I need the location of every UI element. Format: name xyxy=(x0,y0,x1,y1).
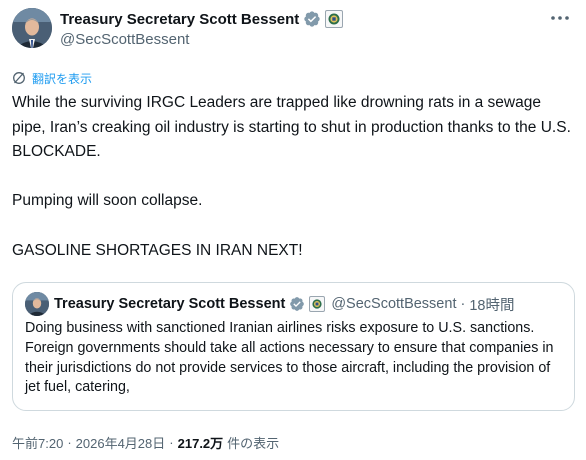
verified-badge-icon[interactable] xyxy=(303,10,321,28)
quoted-header: Treasury Secretary Scott Bessent @SecSco… xyxy=(54,293,514,315)
author-name[interactable]: Treasury Secretary Scott Bessent xyxy=(60,11,299,28)
author-name-row: Treasury Secretary Scott Bessent xyxy=(60,8,344,30)
translate-icon xyxy=(13,72,25,84)
quoted-author-name[interactable]: Treasury Secretary Scott Bessent xyxy=(54,296,285,312)
author-avatar[interactable] xyxy=(12,8,52,48)
meta-separator: · xyxy=(67,434,72,450)
view-count-label: 件の表示 xyxy=(227,435,280,451)
meta-separator: · xyxy=(169,434,174,450)
treasury-seal-icon[interactable] xyxy=(309,296,326,312)
quoted-timestamp[interactable]: 18時間 xyxy=(469,294,514,315)
verified-badge-icon[interactable] xyxy=(289,296,305,312)
quoted-author-handle[interactable]: @SecScottBessent xyxy=(331,296,456,312)
more-options-icon[interactable] xyxy=(548,8,572,28)
quoted-tweet[interactable]: Treasury Secretary Scott Bessent @SecSco… xyxy=(12,282,575,411)
quoted-separator: · xyxy=(460,296,466,312)
treasury-seal-icon[interactable] xyxy=(325,10,344,28)
tweet-date[interactable]: 2026年4月28日 xyxy=(76,433,166,452)
author-handle[interactable]: @SecScottBessent xyxy=(60,31,189,48)
translate-label[interactable]: 翻訳を表示 xyxy=(32,70,92,87)
quoted-author-avatar[interactable] xyxy=(25,292,49,316)
quoted-text: Doing business with sanctioned Iranian a… xyxy=(25,320,554,396)
view-count: 217.2万 xyxy=(177,435,224,451)
tweet-text: While the surviving IRGC Leaders are tra… xyxy=(12,94,571,259)
tweet-meta: 午前7:20 · 2026年4月28日 · 217.2万 件の表示 xyxy=(12,433,279,451)
tweet-time[interactable]: 午前7:20 xyxy=(12,433,63,452)
translate-link[interactable]: 翻訳を表示 xyxy=(12,70,92,86)
